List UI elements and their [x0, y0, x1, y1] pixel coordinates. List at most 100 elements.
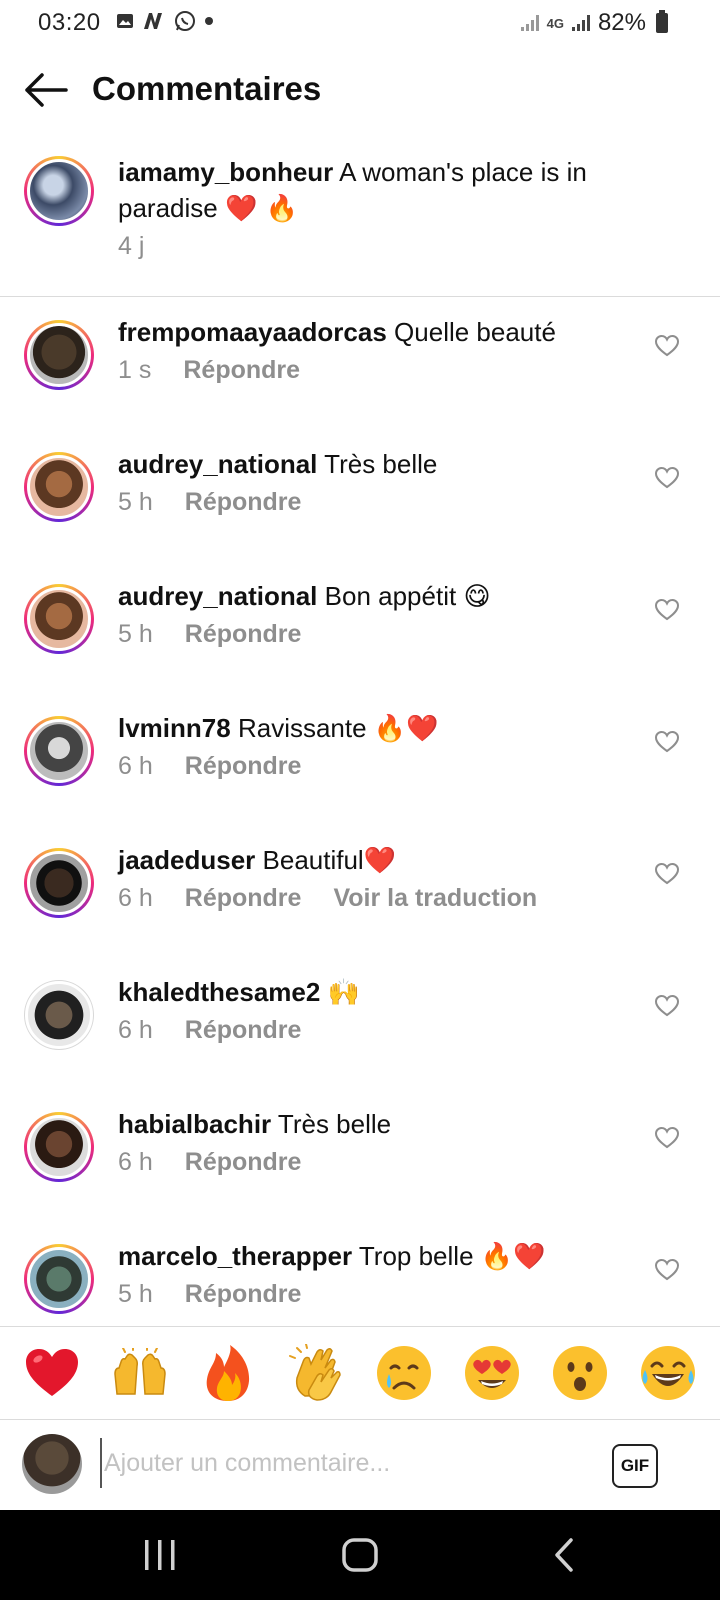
avatar[interactable]	[24, 848, 94, 918]
comment-username[interactable]: habialbachir	[118, 1109, 271, 1139]
comment-row: khaledthesame2 🙌 6 h Répondre	[0, 958, 720, 1093]
avatar[interactable]	[24, 1244, 94, 1314]
reply-button[interactable]: Répondre	[185, 1016, 302, 1045]
reply-button[interactable]: Répondre	[185, 488, 302, 517]
comment-time: 5 h	[118, 1280, 153, 1308]
dot-icon	[205, 17, 213, 25]
post-caption: iamamy_bonheur A woman's place is in par…	[0, 140, 720, 297]
signal-icon	[520, 15, 539, 31]
comment-text: Très belle	[277, 1109, 392, 1139]
comment-username[interactable]: jaadeduser	[118, 845, 255, 875]
avatar[interactable]	[24, 156, 94, 226]
like-button[interactable]	[654, 862, 680, 886]
comment-row: marcelo_therapper Trop belle 🔥❤️ 5 h Rép…	[0, 1222, 720, 1326]
comment-username[interactable]: marcelo_therapper	[118, 1241, 352, 1271]
comment-emojis: 🔥❤️	[373, 714, 439, 744]
comment-time: 6 h	[118, 1148, 153, 1176]
arrow-left-icon	[25, 73, 68, 107]
battery-icon	[656, 10, 668, 33]
like-button[interactable]	[654, 730, 680, 754]
comment-text: Trop belle	[358, 1241, 474, 1271]
comment-text: Ravissante	[237, 713, 367, 743]
status-time: 03:20	[38, 9, 101, 36]
comment-text: Quelle beauté	[394, 317, 556, 347]
comment-row: jaadeduser Beautiful❤️ 6 h Répondre Voir…	[0, 826, 720, 961]
comment-emojis: 😋	[463, 582, 491, 612]
like-button[interactable]	[654, 1126, 680, 1150]
battery-level: 82%	[597, 9, 646, 36]
avatar[interactable]	[24, 452, 94, 522]
avatar[interactable]	[24, 980, 94, 1050]
system-nav-bar	[0, 1510, 720, 1600]
avatar[interactable]	[24, 1112, 94, 1182]
emoji-laughing-face-button[interactable]	[636, 1341, 700, 1405]
comment-text: Beautiful	[262, 845, 364, 875]
comment-username[interactable]: frempomaayaadorcas	[118, 317, 387, 347]
heart-outline-icon	[654, 862, 680, 885]
heart-outline-icon	[654, 730, 680, 753]
comment-composer: GIF	[0, 1420, 720, 1510]
whatsapp-icon	[175, 11, 195, 31]
recents-button[interactable]	[130, 1532, 190, 1578]
reply-button[interactable]: Répondre	[185, 752, 302, 781]
emoji-fire-button[interactable]	[196, 1341, 260, 1405]
comment-username[interactable]: khaledthesame2	[118, 977, 320, 1007]
heart-outline-icon	[654, 466, 680, 489]
emoji-surprised-face-button[interactable]	[548, 1341, 612, 1405]
caption-emojis: ❤️ 🔥	[224, 194, 298, 224]
comment-emojis: ❤️	[363, 846, 397, 876]
like-button[interactable]	[654, 334, 680, 358]
comment-time: 5 h	[118, 620, 153, 648]
avatar[interactable]	[24, 584, 94, 654]
fire-icon	[206, 1345, 250, 1401]
emoji-clap-button[interactable]	[284, 1341, 348, 1405]
gif-button[interactable]: GIF	[612, 1444, 658, 1488]
comment-emojis: 🙌	[327, 978, 360, 1008]
comment-time: 6 h	[118, 884, 153, 912]
avatar[interactable]	[24, 716, 94, 786]
network-type: 4G	[546, 15, 564, 31]
comment-row: lvminn78 Ravissante 🔥❤️ 6 h Répondre	[0, 694, 720, 829]
red-heart-icon	[26, 1349, 78, 1396]
comment-list: frempomaayaadorcas Quelle beauté 1 s Rép…	[0, 298, 720, 1326]
emoji-heart-button[interactable]	[20, 1341, 84, 1405]
comment-input[interactable]	[100, 1438, 580, 1488]
comment-text: Très belle	[324, 449, 438, 479]
header: Commentaires	[0, 50, 720, 130]
reply-button[interactable]: Répondre	[185, 884, 302, 913]
tears-of-joy-icon	[641, 1346, 695, 1400]
emoji-raised-hands-button[interactable]	[108, 1341, 172, 1405]
like-button[interactable]	[654, 1258, 680, 1282]
comment-emojis: 🔥❤️	[480, 1242, 546, 1272]
like-button[interactable]	[654, 598, 680, 622]
comment-time: 1 s	[118, 356, 152, 384]
comment-username[interactable]: lvminn78	[118, 713, 231, 743]
emoji-heart-eyes-button[interactable]	[460, 1341, 524, 1405]
caption-time: 4 j	[118, 232, 145, 260]
reply-button[interactable]: Répondre	[185, 1280, 302, 1309]
nav-back-icon	[555, 1538, 573, 1572]
comment-row: habialbachir Très belle 6 h Répondre	[0, 1090, 720, 1225]
page-title: Commentaires	[92, 70, 322, 107]
comment-time: 5 h	[118, 488, 153, 516]
caption-username[interactable]: iamamy_bonheur	[118, 157, 333, 187]
home-button[interactable]	[330, 1532, 390, 1578]
comment-row: audrey_national Bon appétit 😋 5 h Répond…	[0, 562, 720, 697]
avatar[interactable]	[24, 320, 94, 390]
emoji-crying-face-button[interactable]	[372, 1341, 436, 1405]
reply-button[interactable]: Répondre	[185, 1148, 302, 1177]
comment-username[interactable]: audrey_national	[118, 449, 317, 479]
comment-username[interactable]: audrey_national	[118, 581, 317, 611]
like-button[interactable]	[654, 994, 680, 1018]
gallery-icon	[117, 14, 133, 28]
reply-button[interactable]: Répondre	[185, 620, 302, 649]
reply-button[interactable]: Répondre	[183, 356, 300, 385]
translate-button[interactable]: Voir la traduction	[333, 884, 537, 913]
heart-eyes-icon	[465, 1346, 519, 1400]
signal-icon-2	[571, 15, 590, 31]
comment-time: 6 h	[118, 1016, 153, 1044]
like-button[interactable]	[654, 466, 680, 490]
nav-back-button[interactable]	[534, 1532, 594, 1578]
status-bar: 03:20 4G 82%	[0, 0, 720, 46]
back-button[interactable]	[22, 70, 68, 110]
